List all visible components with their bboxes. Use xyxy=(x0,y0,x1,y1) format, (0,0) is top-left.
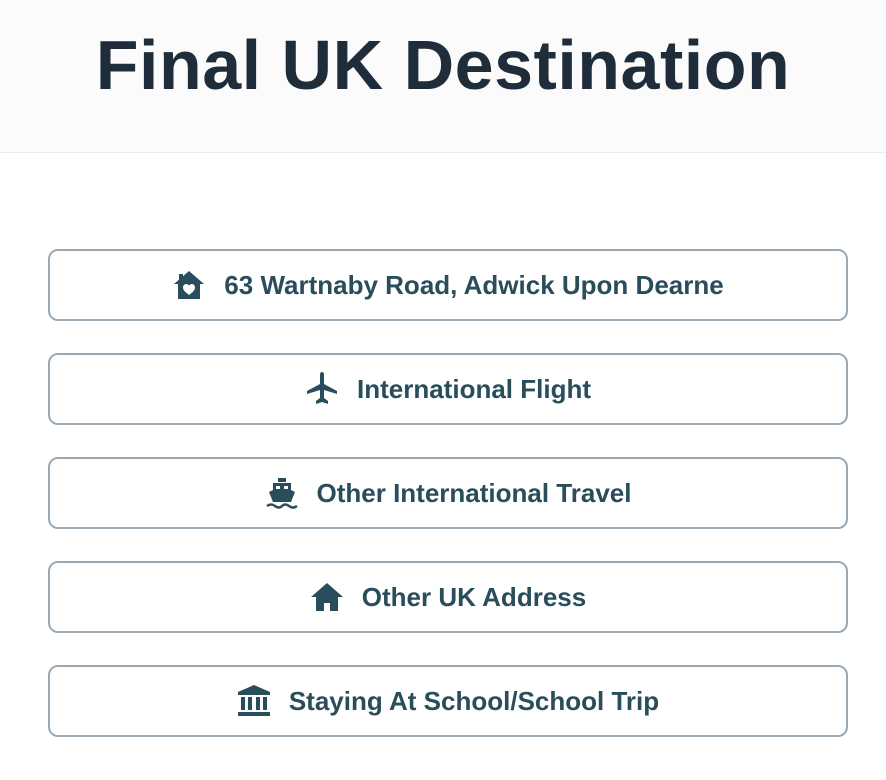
home-heart-icon xyxy=(172,268,206,302)
destination-options: 63 Wartnaby Road, Adwick Upon Dearne Int… xyxy=(48,249,848,769)
page-header: Final UK Destination xyxy=(0,0,886,153)
ship-icon xyxy=(265,476,299,510)
option-international-travel-label: Other International Travel xyxy=(316,477,632,508)
option-international-flight-label: International Flight xyxy=(357,373,591,404)
option-international-flight-button[interactable]: International Flight xyxy=(48,353,848,425)
option-school-trip-label: Staying At School/School Trip xyxy=(288,685,660,716)
school-building-icon xyxy=(237,684,271,718)
house-icon xyxy=(310,580,344,614)
airplane-icon xyxy=(305,372,339,406)
option-other-uk-address-label: Other UK Address xyxy=(361,581,587,612)
option-home-address-button[interactable]: 63 Wartnaby Road, Adwick Upon Dearne xyxy=(48,249,848,321)
option-other-uk-address-button[interactable]: Other UK Address xyxy=(48,561,848,633)
page-title: Final UK Destination xyxy=(95,26,791,104)
option-home-address-label: 63 Wartnaby Road, Adwick Upon Dearne xyxy=(224,269,724,300)
option-school-trip-button[interactable]: Staying At School/School Trip xyxy=(48,665,848,737)
option-international-travel-button[interactable]: Other International Travel xyxy=(48,457,848,529)
